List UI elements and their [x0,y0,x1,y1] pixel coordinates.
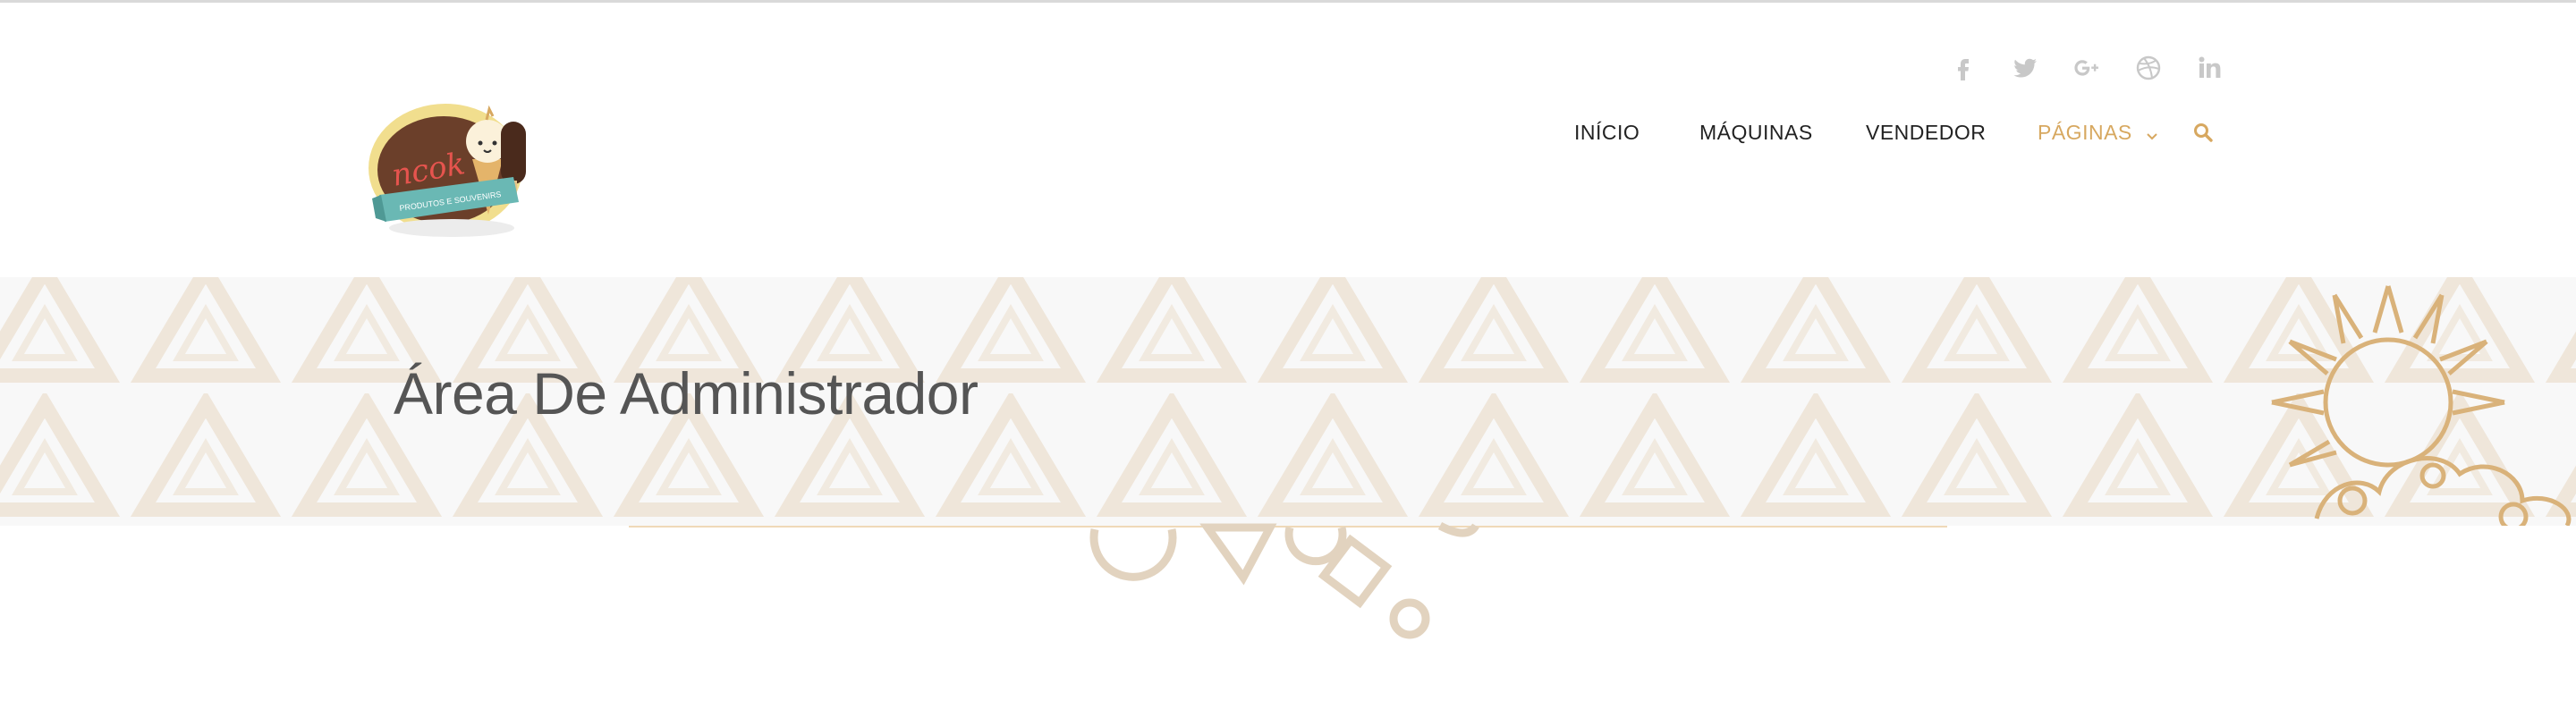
linkedin-icon[interactable] [2179,50,2241,86]
facebook-icon[interactable] [1932,50,1994,86]
banner-triangle-pattern [0,277,2576,526]
nav-item-paginas-label: PÁGINAS [2038,121,2132,144]
dribbble-icon[interactable] [2117,50,2179,86]
nav-item-paginas[interactable]: PÁGINAS [2038,114,2158,150]
decorative-shapes [1089,522,1479,639]
nav-item-vendedor[interactable]: VENDEDOR [1866,114,1986,150]
chevron-down-icon [2146,116,2158,152]
twitter-icon[interactable] [1994,50,2055,86]
nav-item-maquinas[interactable]: MÁQUINAS [1699,114,1813,150]
page-title-banner: Área De Administrador [0,277,2576,526]
google-plus-icon[interactable] [2055,50,2117,86]
social-links [1932,50,2241,86]
page-title: Área De Administrador [394,360,979,426]
site-logo[interactable]: ncok PRODUTOS E SOUVENIRS [367,80,537,241]
sun-cloud-illustration [2271,285,2572,526]
nav-item-inicio[interactable]: INÍCIO [1574,114,1640,150]
search-icon[interactable] [2190,114,2216,150]
top-border [0,0,2576,3]
